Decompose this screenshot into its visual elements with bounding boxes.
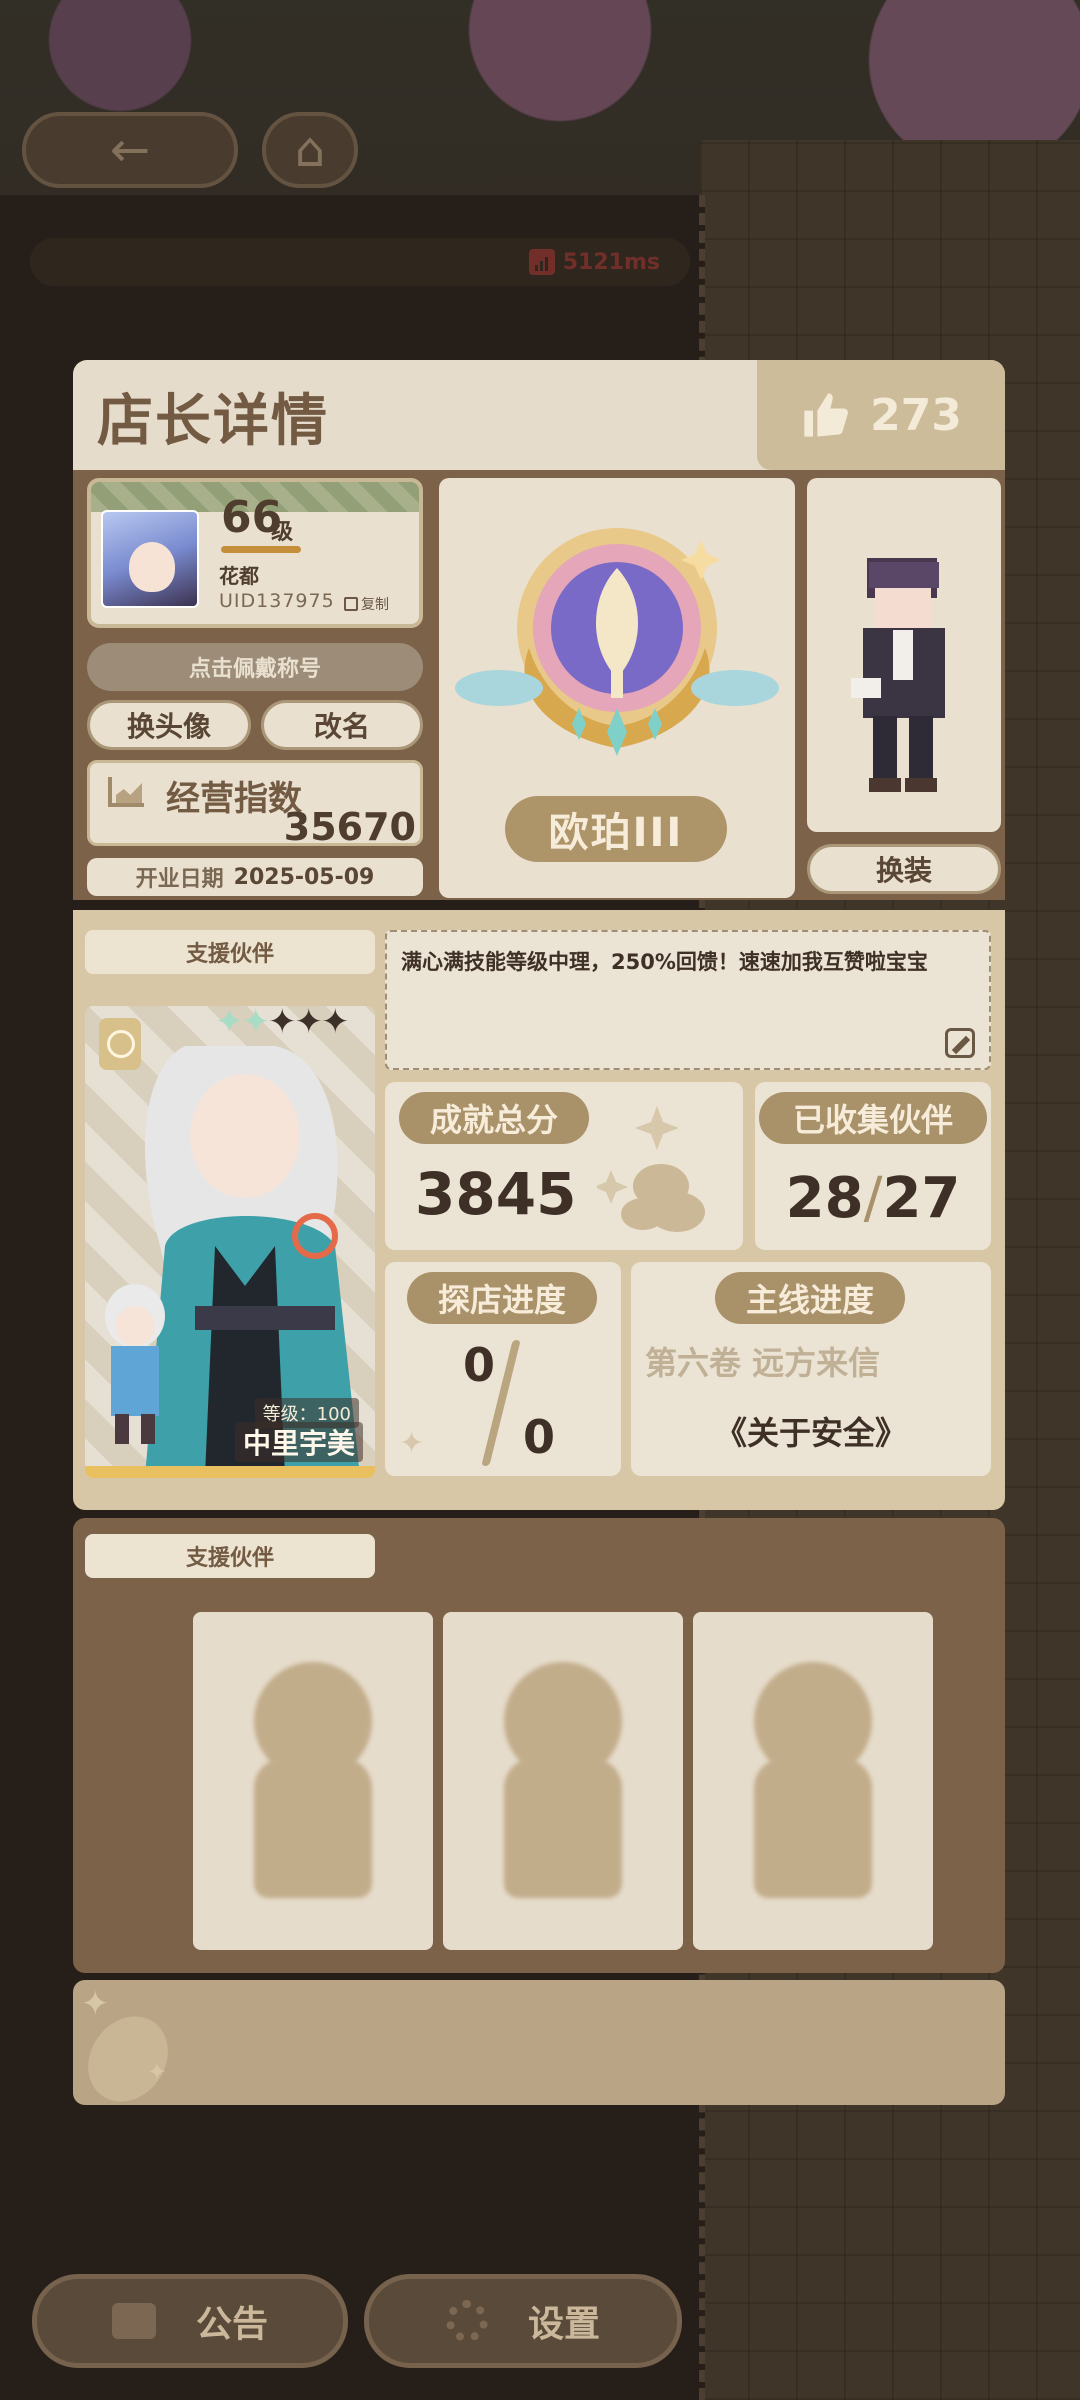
star-icon: ✦: [241, 1006, 270, 1042]
empty-character-icon: [753, 1662, 873, 1902]
support-partner-label-2: 支援伙伴: [85, 1534, 375, 1578]
bottom-strip: ✦ ✦: [71, 1980, 1005, 2118]
support-slot-2[interactable]: [443, 1612, 683, 1950]
star-icon: ✦: [268, 1006, 296, 1042]
rank-emblem-icon: [455, 528, 779, 756]
sparkle-icon: ✦: [399, 1426, 425, 1461]
collected-label: 已收集伙伴: [759, 1092, 987, 1144]
open-date: 开业日期 2025-05-09: [87, 858, 423, 896]
coffee-beans-icon: [597, 1106, 705, 1232]
uid: UID137975: [219, 590, 335, 612]
collected-count: 28: [785, 1166, 864, 1231]
nickname: 花都: [219, 564, 259, 588]
achievement-box: 成就总分 3845: [385, 1082, 743, 1250]
profile-info: 66 级 花都 UID137975 复制: [87, 478, 423, 628]
edit-icon[interactable]: [945, 1028, 975, 1058]
achievement-value: 3845: [415, 1160, 577, 1228]
support-slot-3[interactable]: [693, 1612, 933, 1950]
business-index-label: 经营指数: [166, 779, 302, 819]
settings-button[interactable]: 设置: [364, 2274, 682, 2368]
copy-label: 复制: [361, 597, 389, 613]
notice-label: 公告: [195, 2304, 268, 2345]
partner-rarity-bar: [85, 1466, 375, 1478]
signature-text: 满心满技能等级中理，250%回馈！速速加我互赞啦宝宝: [401, 950, 928, 974]
empty-character-icon: [253, 1662, 373, 1902]
business-index: 经营指数 35670: [87, 760, 423, 849]
rank-badge-panel: 欧珀III: [439, 478, 795, 898]
notice-button[interactable]: 公告: [32, 2274, 348, 2368]
element-icon: [99, 1018, 141, 1070]
signature-box[interactable]: 满心满技能等级中理，250%回馈！速速加我互赞啦宝宝: [385, 930, 991, 1070]
support-partner-label: 支援伙伴: [85, 930, 375, 974]
avatar[interactable]: [101, 510, 199, 608]
empty-character-icon: [503, 1662, 623, 1902]
sparkle-icon: ✦: [81, 1984, 110, 2024]
support-partner-card[interactable]: ✦✦✦✦✦ 等级：100 中里宇美: [85, 1006, 375, 1478]
mainline-section: 《关于安全》: [714, 1414, 907, 1452]
copy-icon: [344, 597, 358, 611]
explore-progress-box: 探店进度 0 0 ✦: [385, 1262, 621, 1476]
star-icon: ✦: [215, 1006, 243, 1042]
business-index-value: 35670: [283, 805, 416, 849]
copy-uid-button[interactable]: 复制: [344, 594, 389, 614]
partner-name: 中里宇美: [234, 1422, 363, 1462]
briefcase-icon: [111, 2303, 156, 2339]
character-preview: [807, 478, 1001, 832]
character-sprite-icon: [851, 558, 945, 792]
manager-detail-card: 店长详情 273 ✦ ✦ 66 级 花都 UID137975 复制 点击佩戴称号…: [71, 360, 1005, 2118]
rename-button[interactable]: 改名: [261, 700, 423, 750]
mainline-progress-box: 主线进度 第六卷 远方来信 《关于安全》: [631, 1262, 991, 1476]
explore-label: 探店进度: [407, 1272, 597, 1324]
thumbs-up-icon: [804, 393, 849, 437]
chart-icon: [108, 777, 144, 807]
partner-stars: ✦✦✦✦✦: [215, 1006, 349, 1042]
collected-value: 28/27: [755, 1166, 991, 1231]
level-bar: [221, 546, 301, 553]
change-avatar-button[interactable]: 换头像: [87, 700, 251, 750]
star-icon: ✦: [321, 1006, 349, 1042]
sparkle-icon: ✦: [147, 2058, 168, 2086]
star-icon: ✦: [294, 1006, 323, 1042]
gear-icon: [445, 2300, 488, 2342]
achievement-label: 成就总分: [399, 1092, 589, 1144]
wear-title-button[interactable]: 点击佩戴称号: [87, 643, 423, 691]
mainline-label: 主线进度: [715, 1272, 905, 1324]
open-date-value: 2025-05-09: [233, 864, 375, 890]
like-button[interactable]: 273: [757, 360, 1005, 470]
open-date-label: 开业日期: [135, 867, 224, 892]
collected-slash: /: [863, 1166, 883, 1231]
collected-partners-box: 已收集伙伴 28/27: [755, 1082, 991, 1250]
collected-total: 27: [882, 1166, 961, 1231]
rank-name: 欧珀III: [505, 796, 727, 862]
like-count: 273: [870, 389, 962, 441]
explore-total: 0: [523, 1410, 556, 1464]
support-slot-1[interactable]: [193, 1612, 433, 1950]
page-title: 店长详情: [97, 389, 329, 454]
level-unit: 级: [271, 520, 294, 545]
settings-label: 设置: [527, 2304, 600, 2345]
explore-current: 0: [463, 1338, 496, 1392]
mainline-chapter: 第六卷 远方来信: [645, 1344, 881, 1382]
outfit-button[interactable]: 换装: [807, 844, 1001, 894]
